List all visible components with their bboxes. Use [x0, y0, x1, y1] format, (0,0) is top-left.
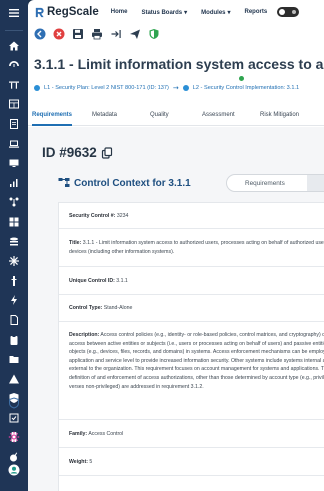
shield-check-icon[interactable]: [148, 28, 160, 40]
status-dot: [239, 76, 244, 81]
breadcrumb-dot-icon: [182, 85, 189, 91]
action-toolbar: [28, 24, 324, 44]
user-avatar-icon[interactable]: [7, 463, 21, 477]
copy-icon[interactable]: [101, 146, 113, 159]
weight-value: 5: [89, 459, 93, 465]
title-label: Title:: [69, 240, 82, 246]
page-title: 3.1.1 - Limit information system access …: [34, 56, 324, 72]
weight-label: Weight:: [69, 459, 88, 465]
nav-modules[interactable]: Modules ▾: [201, 9, 230, 16]
control-type-value: Stand-Alone: [103, 305, 133, 311]
tab-requirements[interactable]: Requirements: [32, 112, 72, 118]
security-control-value: 3234: [116, 213, 129, 219]
laptop-icon[interactable]: [7, 137, 21, 151]
close-icon[interactable]: [53, 28, 65, 40]
field-family: Family: Access Control: [59, 420, 324, 448]
chevron-down-icon: ▾: [184, 9, 188, 16]
nav-modules-label: Modules: [201, 9, 226, 16]
field-description: Description: Access control policies (e.…: [59, 322, 324, 420]
record-id-text: ID #9632: [42, 145, 97, 160]
chevron-down-icon: ▾: [227, 9, 231, 16]
breadcrumb-control-implementation[interactable]: L2 - Security Control Implementation: 3.…: [193, 85, 299, 91]
tab-metadata[interactable]: Metadata: [92, 112, 117, 118]
roads-icon[interactable]: [7, 78, 21, 92]
unique-control-label: Unique Control ID:: [69, 278, 115, 284]
document-icon[interactable]: [7, 117, 21, 131]
print-icon[interactable]: [91, 28, 103, 40]
regscale-logo[interactable]: RegScale: [34, 6, 99, 18]
content-area: ID #9632 Control Context for 3.1.1 Requi…: [28, 127, 324, 491]
description-label: Description:: [69, 332, 100, 338]
family-value: Access Control: [88, 431, 124, 437]
active-tab-indicator: [32, 124, 72, 126]
save-icon[interactable]: [72, 28, 84, 40]
control-context-title: Control Context for 3.1.1: [74, 177, 191, 189]
file-icon[interactable]: [7, 313, 21, 327]
security-control-label: Security Control #:: [69, 213, 116, 219]
bolt-icon[interactable]: [7, 293, 21, 307]
dashboard-icon[interactable]: [7, 58, 21, 72]
warning-icon[interactable]: [7, 372, 21, 386]
left-sidebar: [0, 0, 28, 491]
folder-icon[interactable]: [7, 352, 21, 366]
nav-status-boards-label: Status Boards: [141, 9, 183, 16]
tab-quality[interactable]: Quality: [150, 112, 169, 118]
family-label: Family:: [69, 431, 88, 437]
breadcrumb: L1 - Security Plan: Level 2 NIST 800-171…: [34, 84, 299, 92]
settings-gear-icon[interactable]: [7, 430, 21, 444]
sidebar-bottom: [0, 396, 28, 483]
field-security-control: Security Control #: 3234: [59, 203, 324, 229]
security-shield-icon[interactable]: [7, 396, 21, 410]
nav-reports[interactable]: Reports: [245, 9, 268, 15]
description-value: Access control policies (e.g., identity-…: [69, 332, 324, 390]
export-icon[interactable]: [110, 28, 122, 40]
view-segment-control[interactable]: Requirements: [226, 174, 324, 192]
nav-home[interactable]: Home: [111, 9, 128, 15]
tree-icon[interactable]: [7, 195, 21, 209]
main-nav: Home Status Boards ▾ Modules ▾ Reports: [111, 9, 281, 16]
apps-icon[interactable]: [7, 215, 21, 229]
record-id: ID #9632: [42, 145, 113, 160]
stopwatch-icon[interactable]: [7, 274, 21, 288]
send-icon[interactable]: [129, 28, 141, 40]
brand-name: RegScale: [47, 6, 99, 18]
breadcrumb-security-plan[interactable]: L1 - Security Plan: Level 2 NIST 800-171…: [44, 85, 169, 91]
top-navbar: RegScale Home Status Boards ▾ Modules ▾ Re…: [28, 0, 324, 24]
logo-icon: [35, 7, 44, 17]
control-context-heading: Control Context for 3.1.1: [58, 177, 191, 189]
theme-toggle[interactable]: [277, 7, 299, 17]
nav-status-boards[interactable]: Status Boards ▾: [141, 9, 187, 16]
chart-icon[interactable]: [7, 176, 21, 190]
field-control-type: Control Type: Stand-Alone: [59, 295, 324, 322]
title-value: 3.1.1 - Limit information system access …: [69, 240, 324, 255]
menu-icon[interactable]: [7, 6, 21, 20]
hierarchy-icon: [58, 178, 70, 187]
clipboard-icon[interactable]: [7, 333, 21, 347]
layers-icon[interactable]: [7, 235, 21, 249]
back-icon[interactable]: [34, 28, 46, 40]
home-icon[interactable]: [7, 39, 21, 53]
control-details-card: Security Control #: 3234 Title: 3.1.1 - …: [58, 202, 324, 491]
field-weight: Weight: 5: [59, 448, 324, 476]
tab-bar: Requirements Metadata Quality Assessment…: [28, 106, 324, 126]
segment-other[interactable]: [307, 175, 324, 191]
field-title: Title: 3.1.1 - Limit information system …: [59, 229, 324, 267]
sidebar-divider: [5, 29, 23, 31]
unique-control-value: 3.1.1: [116, 278, 128, 284]
breadcrumb-dot-icon: [34, 85, 40, 91]
field-unique-control-id: Unique Control ID: 3.1.1: [59, 267, 324, 295]
main-panel: RegScale Home Status Boards ▾ Modules ▾ Re…: [28, 0, 324, 491]
tab-assessment[interactable]: Assessment: [202, 112, 235, 118]
arrow-right-icon: →: [172, 84, 179, 92]
control-type-label: Control Type:: [69, 305, 103, 311]
monitor-icon[interactable]: [7, 156, 21, 170]
tab-risk-mitigation[interactable]: Risk Mitigation: [260, 112, 299, 118]
grid-icon[interactable]: [7, 97, 21, 111]
segment-requirements[interactable]: Requirements: [245, 180, 285, 187]
asterisk-icon[interactable]: [7, 254, 21, 268]
